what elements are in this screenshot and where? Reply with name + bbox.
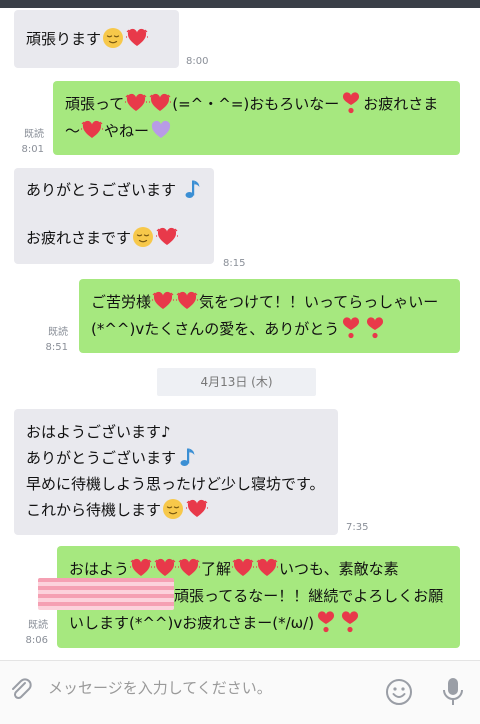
message-line: お疲れさまです — [26, 226, 202, 250]
heart-icon — [149, 92, 172, 114]
message-text: 了解 — [201, 560, 232, 578]
heart-icon — [256, 557, 279, 579]
heart-icon — [126, 27, 149, 49]
purple-heart-icon — [150, 119, 172, 141]
message-line: おはようございます♪ — [26, 419, 326, 445]
paperclip-icon[interactable] — [8, 677, 34, 703]
read-receipt: 既読 — [24, 129, 44, 140]
message-line — [26, 202, 202, 226]
read-receipt: 既読 — [28, 620, 48, 631]
heart-icon — [81, 119, 104, 141]
message-line: 早めに待機しよう思ったけど少し寝坊です。 — [26, 471, 326, 497]
message-time: 8:15 — [223, 258, 246, 269]
relieved-face-icon — [162, 498, 184, 520]
message-time: 8:06 — [25, 635, 48, 646]
message-text: (*^^)vたくさんの愛を、ありがとう — [91, 320, 340, 338]
musical-note-icon — [177, 446, 199, 468]
pink-sticker-overlay — [38, 578, 174, 610]
message-composer: メッセージを入力してください。 — [0, 660, 480, 724]
heart-icon — [176, 290, 199, 312]
message-bubble-outgoing[interactable]: ご苦労様 気をつけて！！いってらっしゃいー (*^^)vたくさんの愛を、ありがとう — [79, 279, 460, 353]
message-text: おはよう — [69, 560, 130, 578]
heart-icon — [125, 92, 148, 114]
heart-exclamation-icon — [315, 610, 337, 633]
message-text: やねー — [104, 122, 150, 140]
read-receipt: 既読 — [48, 327, 68, 338]
heart-icon — [156, 226, 179, 248]
message-time: 7:35 — [346, 522, 369, 533]
message-text: 早めに待機しよう思ったけど少し寝坊です。 — [26, 475, 325, 493]
message-line: 〜 やねー — [65, 118, 448, 145]
message-text: ありがとうございます — [26, 449, 177, 467]
message-line: 頑張って (=^・^=)おもろいなー お疲れさま — [65, 91, 448, 118]
message-line: ご苦労様 気をつけて！！いってらっしゃいー — [91, 289, 448, 316]
relieved-face-icon — [132, 226, 154, 248]
message-time: 8:01 — [21, 144, 44, 155]
message-line: これから待機します — [26, 497, 326, 523]
message-bubble-outgoing[interactable]: 頑張って (=^・^=)おもろいなー お疲れさま〜 やねー — [53, 81, 460, 155]
message-bubble-incoming[interactable]: ありがとうございます お疲れさまです — [14, 168, 214, 264]
message-text: これから待機します — [26, 501, 162, 519]
message-bubble-incoming[interactable]: おはようございます♪ ありがとうございます早めに待機しよう思ったけど少し寝坊です。… — [14, 409, 338, 535]
heart-icon — [178, 557, 201, 579]
message-line: いします(*^^)vお疲れさまー(*/ω/) — [69, 610, 448, 637]
heart-exclamation-icon — [339, 610, 361, 633]
relieved-face-icon — [102, 27, 124, 49]
heart-exclamation-icon — [340, 316, 362, 339]
message-line: 頑張ります — [26, 26, 167, 53]
message-text: 頑張って — [65, 95, 125, 113]
message-text: 気をつけて！！いってらっしゃいー — [199, 293, 439, 311]
message-line: ありがとうございます — [26, 445, 326, 471]
message-text: いします(*^^)vお疲れさまー(*/ω/) — [69, 614, 315, 632]
message-text: お疲れさま — [363, 95, 439, 113]
microphone-icon[interactable] — [440, 676, 466, 708]
message-line: (*^^)vたくさんの愛を、ありがとう — [91, 316, 448, 343]
message-text: おはようございます♪ — [26, 423, 171, 441]
message-input[interactable]: メッセージを入力してください。 — [48, 673, 368, 703]
heart-icon — [186, 498, 209, 520]
message-text: 〜 — [65, 122, 81, 140]
message-text: (=^・^=)おもろいなー — [172, 95, 340, 113]
heart-icon — [154, 557, 177, 579]
message-line: ありがとうございます — [26, 178, 202, 202]
heart-exclamation-icon — [340, 91, 362, 114]
message-text: 頑張ります — [26, 30, 102, 48]
message-bubble-incoming[interactable]: 頑張ります — [14, 10, 179, 68]
message-time: 8:51 — [45, 342, 68, 353]
message-text: ご苦労様 — [91, 293, 152, 311]
message-time: 8:00 — [186, 56, 209, 67]
status-bar — [0, 0, 480, 8]
smiley-icon[interactable] — [385, 678, 413, 706]
date-separator: 4月13日 (木) — [157, 368, 316, 396]
musical-note-icon — [182, 178, 204, 200]
heart-exclamation-icon — [364, 316, 386, 339]
heart-icon — [232, 557, 255, 579]
heart-icon — [152, 290, 175, 312]
heart-icon — [130, 557, 153, 579]
message-text: いつも、素敵な素 — [279, 560, 399, 578]
message-text: お疲れさまです — [26, 229, 132, 247]
message-text: ありがとうございます — [26, 181, 181, 199]
